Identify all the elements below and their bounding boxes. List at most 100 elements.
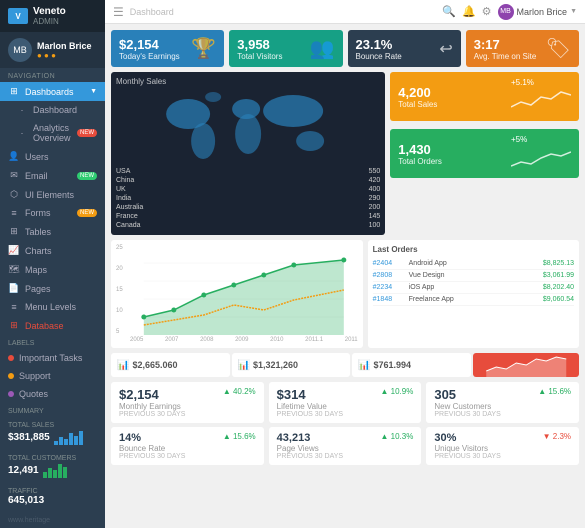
red-sparkline-area <box>473 353 580 377</box>
sidebar-item-forms[interactable]: ≡ Forms NEW <box>0 204 105 222</box>
customers-label: New Customers <box>434 402 571 411</box>
sidebar-item-analytics[interactable]: · Analytics Overview NEW <box>0 119 105 147</box>
pageviews-prev: PREVIOUS 30 DAYS <box>277 453 414 460</box>
lifetime-value: $314 <box>277 387 306 402</box>
order-id: #1848 <box>373 296 405 303</box>
total-sales-label: Total Sales <box>398 100 437 109</box>
footer-stats-row: 14% ▲ 15.6% Bounce Rate PREVIOUS 30 DAYS… <box>111 427 579 465</box>
main-content: ☰ Dashboard 🔍 🔔 ⚙ MB Marlon Brice ▼ $2,1… <box>105 0 585 528</box>
order-id: #2234 <box>373 284 405 291</box>
x-label: 2009 <box>235 337 248 343</box>
sidebar-item-database[interactable]: ⊞ Database <box>0 316 105 335</box>
mini-chart-sales <box>54 429 83 445</box>
order-row-1: #2404 Android App $8,825.13 <box>373 258 574 270</box>
charts-icon: 📈 <box>8 245 20 256</box>
sidebar-item-maps[interactable]: 🗺 Maps <box>0 260 105 279</box>
dashboards-icon: ⊞ <box>8 86 20 97</box>
sidebar-item-dashboards[interactable]: ⊞ Dashboards ▼ <box>0 82 105 101</box>
x-label: 2008 <box>200 337 213 343</box>
y-label-10: 10 <box>116 308 130 314</box>
monthly-earnings-label: Monthly Earnings <box>119 402 256 411</box>
sidebar-item-label: Maps <box>25 265 97 275</box>
order-id: #2404 <box>373 260 405 267</box>
sidebar-user: MB Marlon Brice ● ● ● <box>0 32 105 68</box>
label-dot-red <box>8 355 14 361</box>
bottom-mini-2: 📊 $1,321,260 <box>232 353 351 377</box>
lifetime-pct: ▲ 10.9% <box>381 387 414 396</box>
analytics-icon: · <box>16 128 28 138</box>
chevron-icon: ▼ <box>90 88 97 95</box>
bounce-label: Bounce Rate <box>356 52 435 61</box>
sidebar-item-ui[interactable]: ⬡ UI Elements <box>0 185 105 204</box>
summary-traffic: TRAFFIC 645,013 <box>0 483 105 511</box>
x-label: 2005 <box>130 337 143 343</box>
label-important: Important Tasks <box>19 353 97 363</box>
maps-icon: 🗺 <box>8 264 20 275</box>
watermark: www.heritage <box>0 513 105 528</box>
sidebar-item-dashboard[interactable]: · Dashboard <box>0 101 105 119</box>
sidebar-item-label: Tables <box>25 227 97 237</box>
bounce-value: 23.1% <box>356 37 435 52</box>
ui-icon: ⬡ <box>8 189 20 200</box>
sidebar-item-email[interactable]: ✉ Email NEW <box>0 166 105 185</box>
chart-icon-2: 📊 <box>238 360 250 371</box>
sidebar: V Veneto ADMIN MB Marlon Brice ● ● ● Nav… <box>0 0 105 528</box>
total-sales-card: 4,200 Total Sales +5.1% <box>390 72 579 121</box>
unique-label: Unique Visitors <box>434 444 571 453</box>
pageviews-label: Page Views <box>277 444 414 453</box>
sidebar-item-label: UI Elements <box>25 190 97 200</box>
orders-sparkline <box>511 144 571 169</box>
mini-val-1: $2,665.060 <box>132 360 177 370</box>
menu-toggle-icon[interactable]: ☰ <box>113 5 124 19</box>
sidebar-label-important[interactable]: Important Tasks <box>0 349 105 367</box>
sidebar-item-charts[interactable]: 📈 Charts <box>0 241 105 260</box>
topbar-user[interactable]: MB Marlon Brice ▼ <box>498 4 577 20</box>
sidebar-item-tables[interactable]: ⊞ Tables <box>0 222 105 241</box>
sidebar-item-label: Database <box>25 321 97 331</box>
map-row-india: India290 <box>116 194 380 203</box>
topbar-user-name: Marlon Brice <box>517 7 568 17</box>
y-label-15: 15 <box>116 287 130 293</box>
order-amount: $8,825.13 <box>534 260 574 267</box>
order-id: #2808 <box>373 272 405 279</box>
page-content: $2,154 Today's Earnings 🏆 3,958 Total Vi… <box>105 24 585 528</box>
users-icon: 👤 <box>8 151 20 162</box>
dash-icon: · <box>16 105 28 115</box>
orders-section: Last Orders #2404 Android App $8,825.13 … <box>368 240 579 348</box>
chart-plot-area <box>130 245 358 335</box>
order-name: iOS App <box>409 284 530 291</box>
total-orders-card: 1,430 Total Orders +5% <box>390 129 579 178</box>
bell-icon[interactable]: 🔔 <box>462 5 476 18</box>
topbar: ☰ Dashboard 🔍 🔔 ⚙ MB Marlon Brice ▼ <box>105 0 585 24</box>
app-wrapper: V Veneto ADMIN MB Marlon Brice ● ● ● Nav… <box>0 0 585 528</box>
mini-chart-customers <box>43 462 67 478</box>
sidebar-item-label: Users <box>25 152 97 162</box>
bottom-mini-3: 📊 $761.994 <box>352 353 471 377</box>
unique-value: 30% <box>434 432 456 444</box>
sidebar-label-quotes[interactable]: Quotes <box>0 385 105 403</box>
new-badge: NEW <box>77 129 97 137</box>
sidebar-label-support[interactable]: Support <box>0 367 105 385</box>
chart-section: 25 20 15 10 5 <box>111 240 363 348</box>
label-quotes: Quotes <box>19 389 97 399</box>
sidebar-item-pages[interactable]: 📄 Pages <box>0 279 105 298</box>
sidebar-item-label: Analytics Overview <box>33 123 72 143</box>
chart-y-axis: 25 20 15 10 5 <box>116 245 130 335</box>
summary-total-customers: TOTAL CUSTOMERS 12,491 <box>0 450 105 483</box>
map-row-china: China420 <box>116 176 380 185</box>
forms-icon: ≡ <box>8 208 20 218</box>
time-label: Avg. Time on Site <box>474 52 541 61</box>
bounce-rate-pct: ▲ 15.6% <box>223 432 256 441</box>
sidebar-item-users[interactable]: 👤 Users <box>0 147 105 166</box>
visitors-value: 3,958 <box>237 37 304 52</box>
sales-sparkline <box>511 87 571 112</box>
search-icon[interactable]: 🔍 <box>442 5 456 18</box>
y-label-20: 20 <box>116 266 130 272</box>
sidebar-brand: V Veneto ADMIN <box>0 0 105 32</box>
sidebar-item-menu[interactable]: ≡ Menu Levels <box>0 298 105 316</box>
footer-stat-bounce: 14% ▲ 15.6% Bounce Rate PREVIOUS 30 DAYS <box>111 427 264 465</box>
mini-val-3: $761.994 <box>373 360 411 370</box>
middle-row: Monthly Sales <box>111 72 579 235</box>
topbar-avatar: MB <box>498 4 514 20</box>
gear-icon[interactable]: ⚙ <box>482 5 492 18</box>
